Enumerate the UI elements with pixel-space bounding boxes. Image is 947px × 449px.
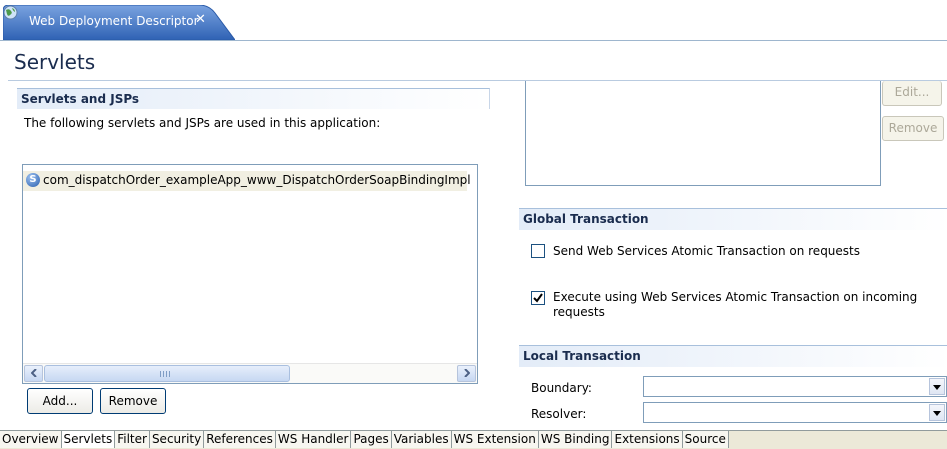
boundary-dropdown[interactable] <box>643 376 947 397</box>
boundary-dropdown-button[interactable] <box>929 378 945 395</box>
servlets-description: The following servlets and JSPs are used… <box>24 116 381 130</box>
execute-atomic-transaction-label: Execute using Web Services Atomic Transa… <box>553 290 918 319</box>
page-tab-bar: Overview Servlets Filter Security Refere… <box>0 430 947 449</box>
tab-pages[interactable]: Pages <box>351 431 392 448</box>
close-icon[interactable]: ✕ <box>195 12 206 27</box>
tab-extensions[interactable]: Extensions <box>612 431 683 448</box>
page-title: Servlets <box>14 50 96 74</box>
send-atomic-transaction-label: Send Web Services Atomic Transaction on … <box>553 244 861 258</box>
editor-tab-title: Web Deployment Descriptor <box>29 14 199 28</box>
tab-variables[interactable]: Variables <box>391 431 452 448</box>
resolver-dropdown-button[interactable] <box>929 404 945 421</box>
tab-overview[interactable]: Overview <box>0 431 62 448</box>
tab-servlets[interactable]: Servlets <box>61 431 116 448</box>
scrollbar-thumb[interactable] <box>44 365 290 382</box>
scroll-left-button[interactable] <box>24 365 43 382</box>
boundary-label: Boundary: <box>531 381 592 395</box>
tab-ws-handler[interactable]: WS Handler <box>275 431 352 448</box>
list-item-label: com_dispatchOrder_exampleApp_www_Dispatc… <box>43 173 471 187</box>
tab-ws-binding[interactable]: WS Binding <box>538 431 613 448</box>
chevron-down-icon <box>933 385 941 390</box>
resolver-label: Resolver: <box>531 407 587 421</box>
upper-list-box[interactable] <box>525 81 881 186</box>
tab-references[interactable]: References <box>204 431 276 448</box>
horizontal-scrollbar[interactable] <box>23 363 477 383</box>
tab-source[interactable]: Source <box>682 431 729 448</box>
servlet-list[interactable]: S com_dispatchOrder_exampleApp_www_Dispa… <box>22 164 478 384</box>
chevron-down-icon <box>933 411 941 416</box>
global-transaction-header[interactable]: Global Transaction <box>519 208 947 230</box>
remove-servlet-button[interactable]: Remove <box>100 388 166 414</box>
remove-button[interactable]: Remove <box>882 116 944 141</box>
list-item[interactable]: S com_dispatchOrder_exampleApp_www_Dispa… <box>23 171 471 191</box>
chevron-left-icon <box>30 369 37 377</box>
scroll-right-button[interactable] <box>457 365 476 382</box>
servlet-s-icon: S <box>26 173 40 187</box>
page-tab-list: Overview Servlets Filter Security Refere… <box>0 431 729 448</box>
execute-atomic-transaction-checkbox[interactable] <box>531 291 545 305</box>
editor-tab-bar: Web Deployment Descriptor ✕ <box>0 0 947 41</box>
editor-tab[interactable]: Web Deployment Descriptor ✕ <box>3 5 235 40</box>
scrollbar-grip <box>160 371 170 377</box>
resolver-dropdown[interactable] <box>643 402 947 423</box>
send-atomic-transaction-checkbox[interactable] <box>531 244 545 258</box>
tab-ws-extension[interactable]: WS Extension <box>451 431 539 448</box>
servlets-section-header[interactable]: Servlets and JSPs <box>17 88 490 109</box>
globe-icon <box>3 5 18 20</box>
chevron-right-icon <box>463 369 470 377</box>
add-button[interactable]: Add... <box>27 388 93 414</box>
tab-filter[interactable]: Filter <box>115 431 150 448</box>
checkmark-icon <box>533 293 543 303</box>
tab-security[interactable]: Security <box>149 431 205 448</box>
local-transaction-header[interactable]: Local Transaction <box>519 345 947 367</box>
edit-button[interactable]: Edit... <box>882 81 942 106</box>
